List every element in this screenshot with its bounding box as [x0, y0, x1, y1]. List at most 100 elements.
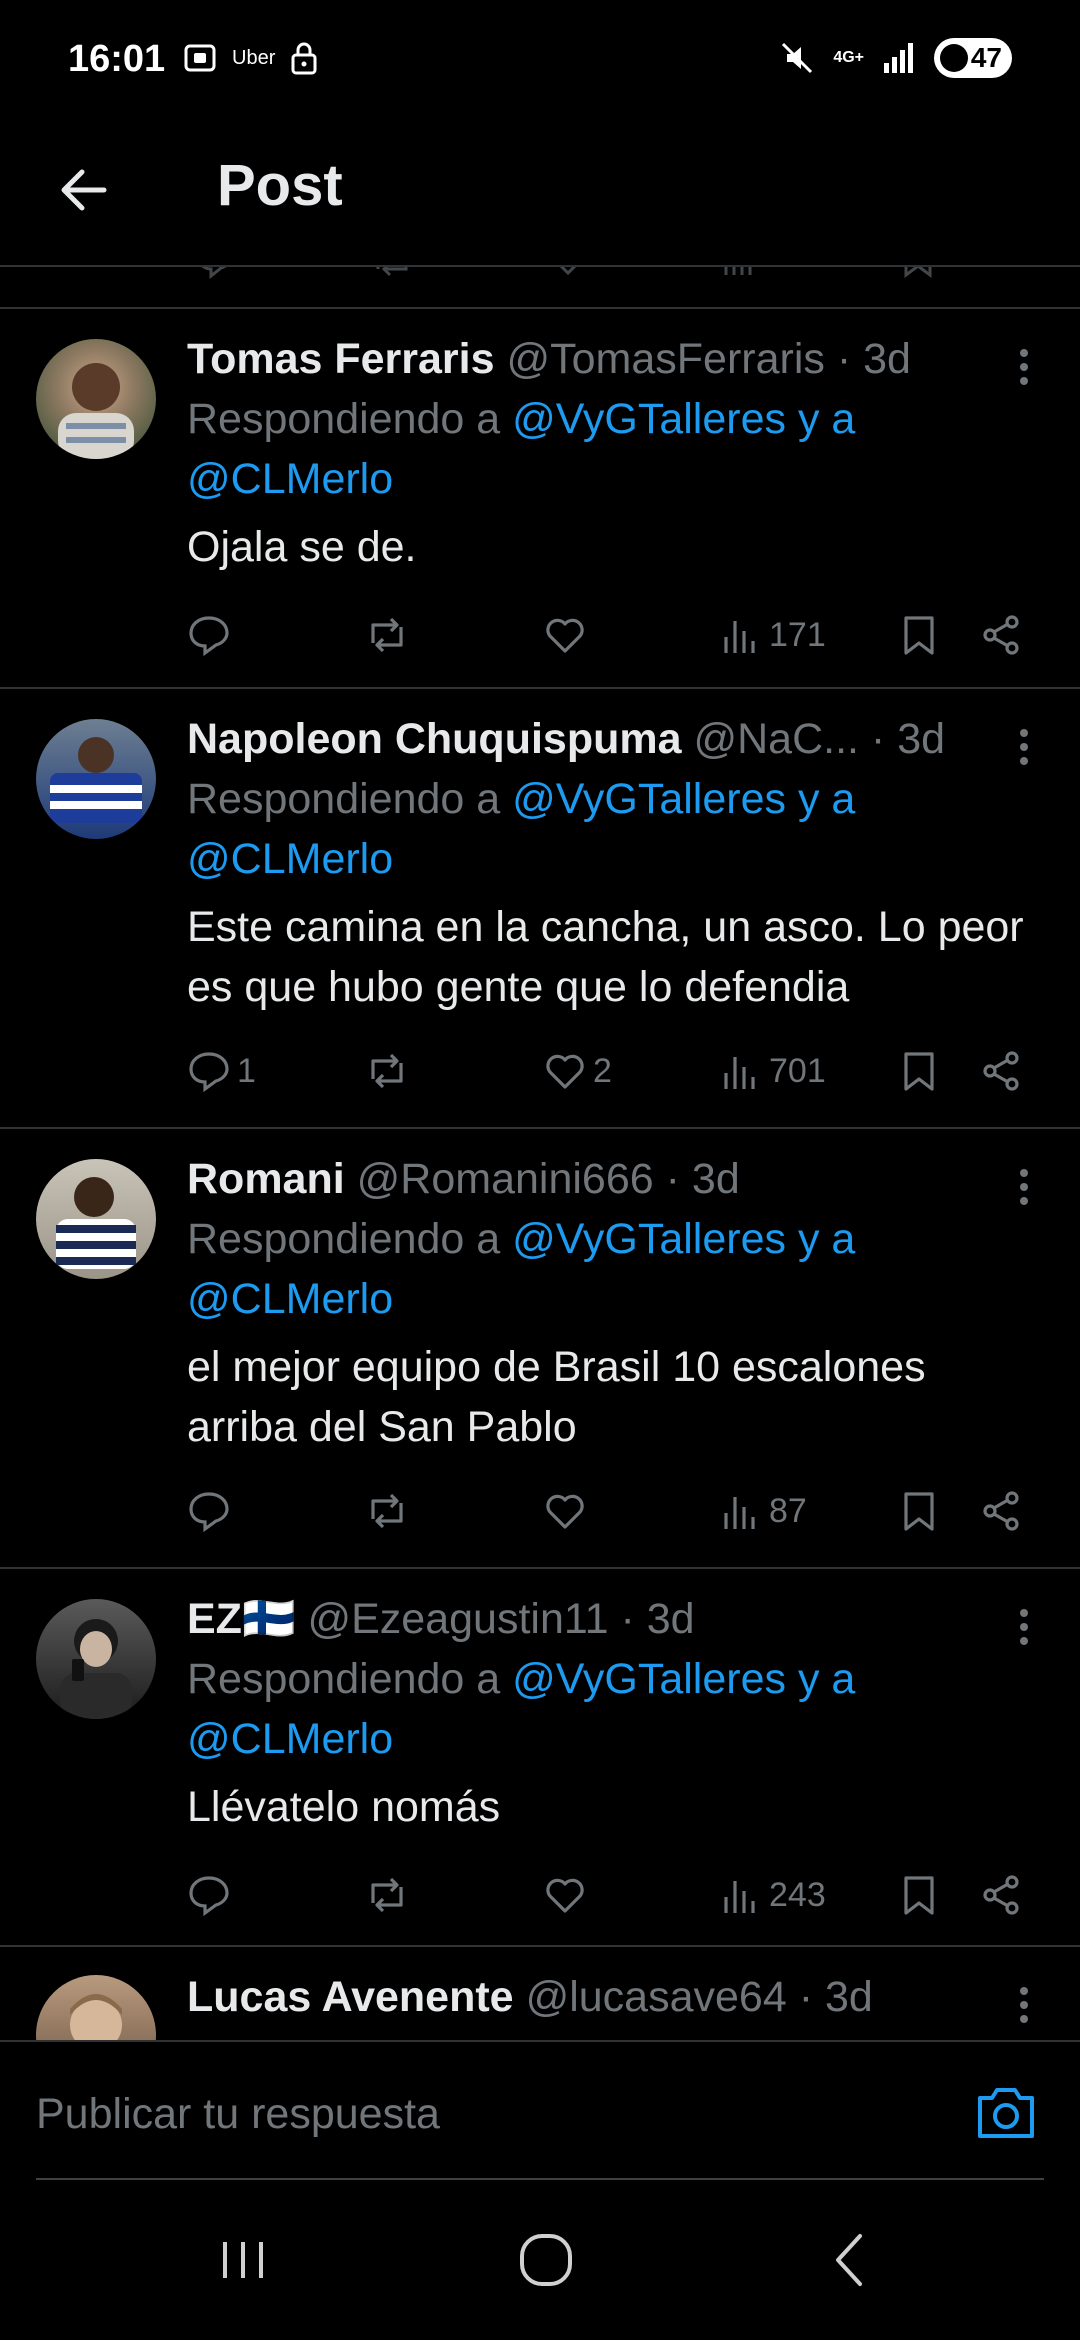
more-options-icon[interactable] [1018, 1609, 1030, 1649]
avatar[interactable] [36, 1975, 156, 2040]
input-underline [36, 2178, 1044, 2180]
display-name[interactable]: EZ🇫🇮 [187, 1595, 296, 1643]
reply-tweet[interactable]: Lucas Avenente @lucasave64 · 3d [0, 1947, 1080, 2040]
more-options-icon[interactable] [1018, 1169, 1030, 1209]
replying-to-label: Respondiendo a [187, 1655, 513, 1703]
avatar[interactable] [36, 1159, 156, 1279]
username[interactable]: @lucasave64 [526, 1973, 787, 2021]
mention-link[interactable]: @CLMerlo [187, 1715, 393, 1763]
views-button[interactable]: 87 [719, 1481, 807, 1541]
share-button[interactable] [979, 1041, 1023, 1101]
bookmark-icon[interactable] [898, 267, 938, 279]
username[interactable]: @Romanini666 [357, 1155, 654, 1203]
mention-link[interactable]: @CLMerlo [187, 835, 393, 883]
replying-to: Respondiendo a @VyGTalleres y a @CLMerlo [187, 1649, 1044, 1769]
username[interactable]: @TomasFerraris [506, 335, 824, 383]
avatar[interactable] [36, 1599, 156, 1719]
tweet-header: Lucas Avenente @lucasave64 · 3d [187, 1969, 947, 2025]
bookmark-button[interactable] [897, 1041, 941, 1101]
reply-tweet[interactable]: Tomas Ferraris @TomasFerraris · 3d Respo… [0, 309, 1080, 687]
view-count: 87 [769, 1491, 807, 1530]
share-button[interactable] [979, 1865, 1023, 1925]
display-name[interactable]: Romani [187, 1155, 345, 1203]
like-button[interactable] [543, 1865, 593, 1925]
like-icon[interactable] [548, 267, 588, 279]
reply-composer: Publicar tu respuesta [0, 2040, 1080, 2180]
top-app-bar: Post [0, 120, 1080, 265]
views-button[interactable]: 243 [719, 1865, 826, 1925]
mention-link[interactable]: @VyGTalleres y a [512, 1215, 855, 1263]
avatar-image [70, 1994, 122, 2040]
like-count: 2 [593, 1051, 612, 1090]
screen-record-icon [184, 44, 216, 72]
reply-tweet[interactable]: Napoleon Chuquispuma @NaC... · 3d Respon… [0, 689, 1080, 1127]
views-icon [724, 1881, 755, 1913]
signal-icon [884, 43, 913, 73]
username[interactable]: @Ezeagustin11 [307, 1595, 608, 1643]
reply-tweet[interactable]: Romani @Romanini666 · 3d Respondiendo a … [0, 1129, 1080, 1567]
recent-apps-icon[interactable] [203, 2220, 283, 2300]
reply-icon[interactable] [195, 267, 235, 279]
bookmark-button[interactable] [897, 605, 941, 665]
previous-tweet-actions-partial [0, 267, 1080, 307]
replying-to-label: Respondiendo a [187, 395, 513, 443]
battery-indicator: 47 [934, 38, 1012, 78]
views-icon[interactable] [720, 267, 760, 279]
username[interactable]: @NaC... [693, 715, 859, 763]
display-name[interactable]: Tomas Ferraris [187, 335, 495, 383]
mention-link[interactable]: @VyGTalleres y a [512, 1655, 855, 1703]
back-nav-icon[interactable] [810, 2220, 890, 2300]
reply-button[interactable] [187, 1481, 237, 1541]
repost-icon [371, 1053, 403, 1089]
tweet-actions: 87 [187, 1481, 1037, 1541]
bookmark-icon [904, 1876, 934, 1915]
share-icon [983, 1051, 1019, 1091]
reply-button[interactable]: 1 [187, 1041, 256, 1101]
share-button[interactable] [979, 605, 1023, 665]
display-name[interactable]: Lucas Avenente [187, 1973, 514, 2021]
like-icon [546, 1054, 584, 1089]
bookmark-button[interactable] [897, 1865, 941, 1925]
reply-tweet[interactable]: EZ🇫🇮 @Ezeagustin11 · 3d Respondiendo a @… [0, 1569, 1080, 1947]
reply-button[interactable] [187, 1865, 237, 1925]
reply-input[interactable]: Publicar tu respuesta [36, 2090, 440, 2139]
avatar[interactable] [36, 339, 156, 459]
tweet-text: Este camina en la cancha, un asco. Lo pe… [187, 903, 1024, 1011]
uber-notification-label: Uber [232, 46, 276, 69]
reply-button[interactable] [187, 605, 237, 665]
avatar[interactable] [36, 719, 156, 839]
mention-link[interactable]: @CLMerlo [187, 455, 393, 503]
views-button[interactable]: 171 [719, 605, 826, 665]
mention-link[interactable]: @VyGTalleres y a [512, 775, 855, 823]
replying-to: Respondiendo a @VyGTalleres y a @CLMerlo [187, 389, 1044, 509]
share-icon [983, 1875, 1019, 1915]
mention-link[interactable]: @VyGTalleres y a [512, 395, 855, 443]
views-button[interactable]: 701 [719, 1041, 826, 1101]
like-button[interactable] [543, 605, 593, 665]
more-options-icon[interactable] [1018, 349, 1030, 389]
share-icon [983, 615, 1019, 655]
like-button[interactable]: 2 [543, 1041, 612, 1101]
repost-button[interactable] [365, 1481, 409, 1541]
share-button[interactable] [979, 1481, 1023, 1541]
bookmark-button[interactable] [897, 1481, 941, 1541]
tweet-text: Llévatelo nomás [187, 1783, 501, 1831]
more-options-icon[interactable] [1018, 1987, 1030, 2027]
repost-icon[interactable] [370, 267, 414, 279]
display-name[interactable]: Napoleon Chuquispuma [187, 715, 682, 763]
repost-button[interactable] [365, 1865, 409, 1925]
replying-to-label: Respondiendo a [187, 775, 513, 823]
mention-link[interactable]: @CLMerlo [187, 1275, 393, 1323]
tweet-header: Romani @Romanini666 · 3d [187, 1151, 947, 1207]
like-icon [546, 1494, 584, 1529]
avatar-image [58, 363, 134, 459]
back-arrow-icon[interactable] [52, 158, 116, 222]
more-options-icon[interactable] [1018, 729, 1030, 769]
reply-icon [189, 1492, 229, 1533]
camera-icon[interactable] [974, 2082, 1038, 2142]
like-button[interactable] [543, 1481, 593, 1541]
share-icon [983, 1491, 1019, 1531]
repost-button[interactable] [365, 1041, 409, 1101]
repost-button[interactable] [365, 605, 409, 665]
home-icon[interactable] [506, 2220, 586, 2300]
